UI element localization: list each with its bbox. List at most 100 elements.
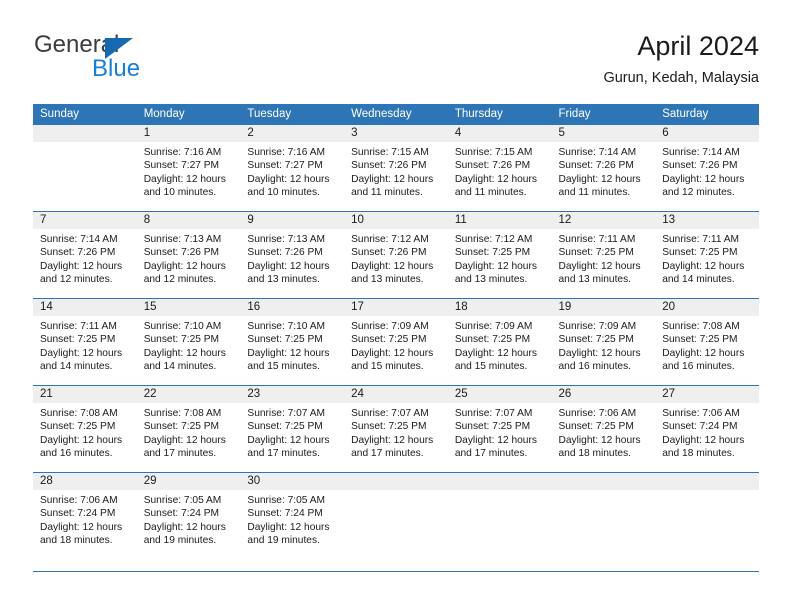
daylight-text-line1: Daylight: 12 hours [247, 434, 330, 446]
day-details: Sunrise: 7:16 AM Sunset: 7:27 PM Dayligh… [137, 142, 241, 200]
calendar-day-cell[interactable]: 11 Sunrise: 7:12 AM Sunset: 7:25 PM Dayl… [447, 211, 552, 299]
daylight-text-line2: and 13 minutes. [558, 274, 632, 286]
calendar-day-cell[interactable]: 3 Sunrise: 7:15 AM Sunset: 7:26 PM Dayli… [344, 125, 448, 212]
calendar-day-cell[interactable]: 22 Sunrise: 7:08 AM Sunset: 7:25 PM Dayl… [136, 385, 241, 473]
daylight-text-line2: and 14 minutes. [662, 274, 735, 286]
day-details: Sunrise: 7:16 AM Sunset: 7:27 PM Dayligh… [240, 142, 344, 200]
sunrise-text: Sunrise: 7:14 AM [558, 147, 637, 158]
sunrise-text: Sunrise: 7:10 AM [247, 321, 325, 332]
sunrise-text: Sunrise: 7:05 AM [247, 495, 325, 506]
sunrise-text: Sunrise: 7:15 AM [351, 147, 429, 158]
calendar-day-cell[interactable]: 14 Sunrise: 7:11 AM Sunset: 7:25 PM Dayl… [33, 298, 137, 386]
calendar-day-cell[interactable]: 25 Sunrise: 7:07 AM Sunset: 7:25 PM Dayl… [447, 385, 552, 473]
calendar-day-cell[interactable]: 23 Sunrise: 7:07 AM Sunset: 7:25 PM Dayl… [240, 385, 345, 473]
daylight-text-line1: Daylight: 12 hours [40, 347, 123, 359]
calendar-day-cell[interactable]: 7 Sunrise: 7:14 AM Sunset: 7:26 PM Dayli… [33, 211, 137, 299]
daylight-text-line2: and 12 minutes. [143, 274, 217, 286]
sunrise-text: Sunrise: 7:14 AM [40, 234, 118, 245]
calendar-day-cell[interactable]: 24 Sunrise: 7:07 AM Sunset: 7:25 PM Dayl… [344, 385, 448, 473]
calendar-day-cell[interactable] [33, 125, 137, 212]
calendar-week-row: 7 Sunrise: 7:14 AM Sunset: 7:26 PM Dayli… [33, 211, 759, 299]
daylight-text-line1: Daylight: 12 hours [247, 521, 330, 533]
day-details: Sunrise: 7:05 AM Sunset: 7:24 PM Dayligh… [240, 490, 344, 548]
sunrise-text: Sunrise: 7:09 AM [454, 321, 533, 332]
sunset-text: Sunset: 7:24 PM [40, 508, 116, 520]
calendar-day-cell[interactable] [655, 472, 759, 559]
calendar-page: General Blue April 2024 Gurun, Kedah, Ma… [0, 0, 792, 612]
calendar-day-cell[interactable]: 8 Sunrise: 7:13 AM Sunset: 7:26 PM Dayli… [136, 211, 241, 299]
calendar-day-cell[interactable]: 9 Sunrise: 7:13 AM Sunset: 7:26 PM Dayli… [240, 211, 345, 299]
day-number: 18 [447, 299, 552, 316]
calendar-day-cell[interactable] [551, 472, 656, 559]
day-details: Sunrise: 7:14 AM Sunset: 7:26 PM Dayligh… [655, 142, 759, 200]
calendar-week-row: 14 Sunrise: 7:11 AM Sunset: 7:25 PM Dayl… [33, 298, 759, 386]
daylight-text-line2: and 14 minutes. [40, 361, 113, 373]
calendar-body: 1 Sunrise: 7:16 AM Sunset: 7:27 PM Dayli… [33, 125, 759, 559]
calendar-day-cell[interactable]: 10 Sunrise: 7:12 AM Sunset: 7:26 PM Dayl… [344, 211, 448, 299]
day-details: Sunrise: 7:12 AM Sunset: 7:26 PM Dayligh… [344, 229, 448, 287]
calendar-day-cell[interactable]: 6 Sunrise: 7:14 AM Sunset: 7:26 PM Dayli… [655, 125, 759, 212]
calendar-day-cell[interactable]: 15 Sunrise: 7:10 AM Sunset: 7:25 PM Dayl… [136, 298, 241, 386]
calendar-day-cell[interactable]: 4 Sunrise: 7:15 AM Sunset: 7:26 PM Dayli… [447, 125, 552, 212]
calendar-day-cell[interactable]: 5 Sunrise: 7:14 AM Sunset: 7:26 PM Dayli… [551, 125, 656, 212]
sunrise-text: Sunrise: 7:09 AM [558, 321, 637, 332]
day-number: 13 [655, 212, 759, 229]
day-number: 28 [33, 473, 137, 490]
daylight-text-line1: Daylight: 12 hours [143, 434, 226, 446]
day-number: 26 [551, 386, 656, 403]
daylight-text-line1: Daylight: 12 hours [143, 347, 226, 359]
title-block: April 2024 Gurun, Kedah, Malaysia [603, 30, 759, 88]
calendar-day-cell[interactable]: 1 Sunrise: 7:16 AM Sunset: 7:27 PM Dayli… [136, 125, 241, 212]
sunrise-text: Sunrise: 7:09 AM [351, 321, 429, 332]
daylight-text-line1: Daylight: 12 hours [351, 260, 434, 272]
sunset-text: Sunset: 7:25 PM [351, 421, 427, 433]
calendar-day-cell[interactable]: 27 Sunrise: 7:06 AM Sunset: 7:24 PM Dayl… [655, 385, 759, 473]
calendar-day-cell[interactable]: 17 Sunrise: 7:09 AM Sunset: 7:25 PM Dayl… [344, 298, 448, 386]
day-details: Sunrise: 7:05 AM Sunset: 7:24 PM Dayligh… [137, 490, 241, 548]
calendar-day-cell[interactable]: 12 Sunrise: 7:11 AM Sunset: 7:25 PM Dayl… [551, 211, 656, 299]
location-subtitle: Gurun, Kedah, Malaysia [603, 70, 759, 86]
sunset-text: Sunset: 7:24 PM [662, 421, 738, 433]
calendar-day-cell[interactable]: 18 Sunrise: 7:09 AM Sunset: 7:25 PM Dayl… [447, 298, 552, 386]
calendar-day-cell[interactable]: 28 Sunrise: 7:06 AM Sunset: 7:24 PM Dayl… [33, 472, 137, 559]
day-number: 6 [655, 125, 759, 142]
sunset-text: Sunset: 7:25 PM [454, 247, 531, 259]
day-details: Sunrise: 7:13 AM Sunset: 7:26 PM Dayligh… [137, 229, 241, 287]
calendar-day-cell[interactable] [344, 472, 448, 559]
day-details: Sunrise: 7:08 AM Sunset: 7:25 PM Dayligh… [137, 403, 241, 461]
day-details: Sunrise: 7:11 AM Sunset: 7:25 PM Dayligh… [552, 229, 656, 287]
calendar-day-cell[interactable]: 26 Sunrise: 7:06 AM Sunset: 7:25 PM Dayl… [551, 385, 656, 473]
calendar-day-cell[interactable]: 20 Sunrise: 7:08 AM Sunset: 7:25 PM Dayl… [655, 298, 759, 386]
day-number: 23 [240, 386, 345, 403]
weekday-header-sunday: Sunday [33, 104, 137, 125]
day-details: Sunrise: 7:10 AM Sunset: 7:25 PM Dayligh… [240, 316, 344, 374]
day-number: 25 [447, 386, 552, 403]
daylight-text-line1: Daylight: 12 hours [143, 173, 226, 185]
sunset-text: Sunset: 7:27 PM [247, 160, 323, 172]
sunset-text: Sunset: 7:25 PM [558, 247, 634, 259]
calendar-day-cell[interactable]: 30 Sunrise: 7:05 AM Sunset: 7:24 PM Dayl… [240, 472, 345, 559]
daylight-text-line2: and 12 minutes. [662, 187, 735, 199]
sunset-text: Sunset: 7:25 PM [143, 421, 220, 433]
day-details: Sunrise: 7:13 AM Sunset: 7:26 PM Dayligh… [240, 229, 344, 287]
calendar-day-cell[interactable]: 13 Sunrise: 7:11 AM Sunset: 7:25 PM Dayl… [655, 211, 759, 299]
day-number: 9 [240, 212, 345, 229]
day-number [447, 473, 552, 490]
calendar-day-cell[interactable] [447, 472, 552, 559]
calendar-day-cell[interactable]: 21 Sunrise: 7:08 AM Sunset: 7:25 PM Dayl… [33, 385, 137, 473]
day-details: Sunrise: 7:12 AM Sunset: 7:25 PM Dayligh… [448, 229, 552, 287]
daylight-text-line2: and 13 minutes. [351, 274, 424, 286]
day-details: Sunrise: 7:10 AM Sunset: 7:25 PM Dayligh… [137, 316, 241, 374]
calendar-day-cell[interactable]: 16 Sunrise: 7:10 AM Sunset: 7:25 PM Dayl… [240, 298, 345, 386]
sunset-text: Sunset: 7:25 PM [662, 334, 738, 346]
day-details: Sunrise: 7:08 AM Sunset: 7:25 PM Dayligh… [33, 403, 137, 461]
calendar-day-cell[interactable]: 2 Sunrise: 7:16 AM Sunset: 7:27 PM Dayli… [240, 125, 345, 212]
daylight-text-line1: Daylight: 12 hours [351, 173, 434, 185]
daylight-text-line2: and 16 minutes. [558, 361, 632, 373]
daylight-text-line2: and 15 minutes. [247, 361, 320, 373]
calendar-day-cell[interactable]: 29 Sunrise: 7:05 AM Sunset: 7:24 PM Dayl… [136, 472, 241, 559]
calendar-day-cell[interactable]: 19 Sunrise: 7:09 AM Sunset: 7:25 PM Dayl… [551, 298, 656, 386]
sunset-text: Sunset: 7:26 PM [558, 160, 634, 172]
sunset-text: Sunset: 7:26 PM [143, 247, 220, 259]
sunset-text: Sunset: 7:26 PM [247, 247, 323, 259]
